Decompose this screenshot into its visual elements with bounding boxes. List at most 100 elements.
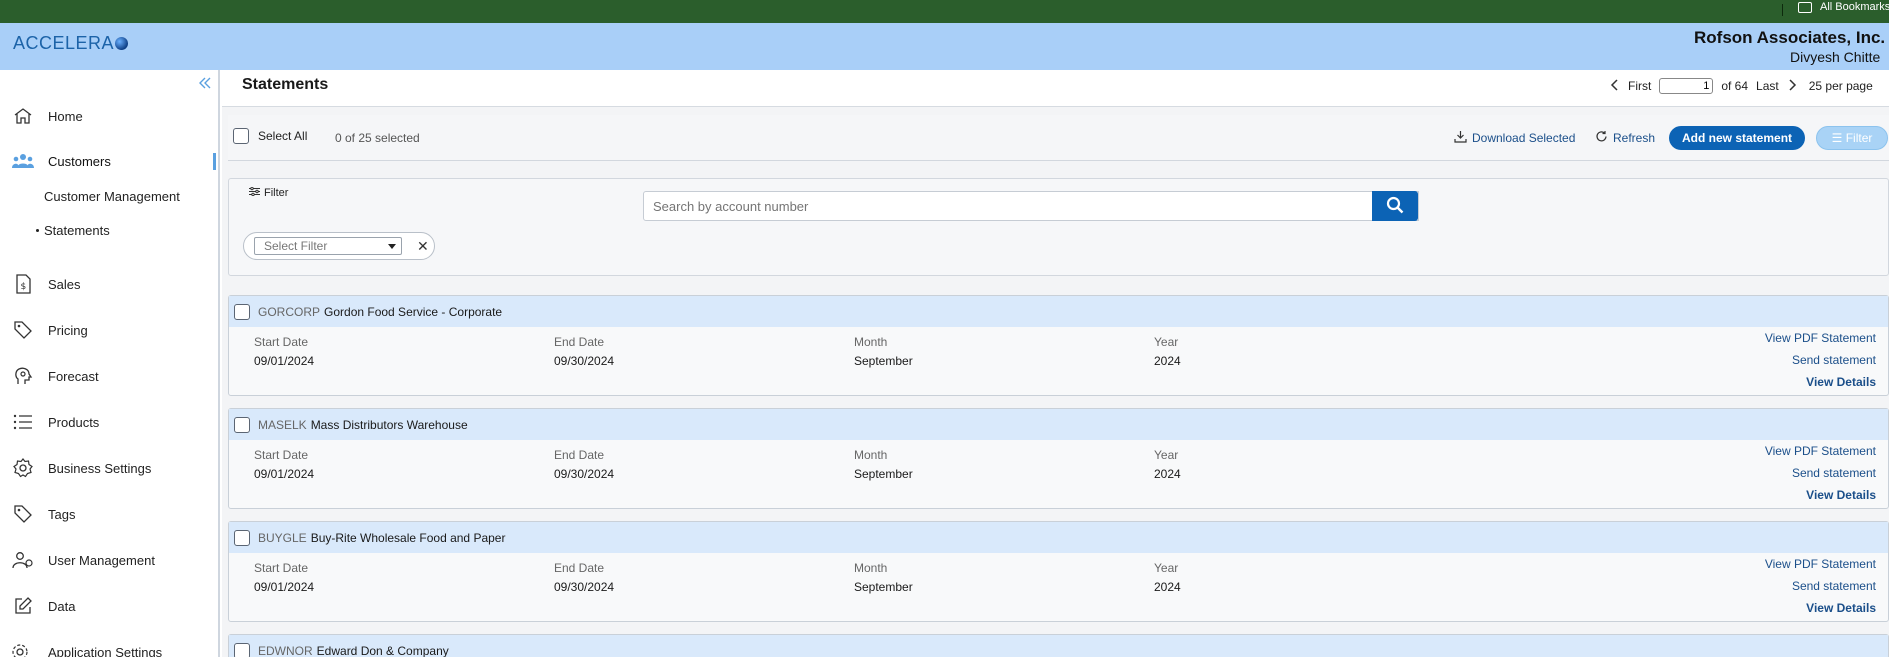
- filter-heading: Filter: [249, 186, 288, 199]
- filter-toggle-button[interactable]: ☰ Filter: [1816, 126, 1888, 150]
- view-details-link[interactable]: View Details: [1765, 601, 1876, 623]
- collapse-sidebar-icon[interactable]: [197, 75, 213, 96]
- month-value: September: [854, 354, 913, 368]
- sales-icon: $: [12, 274, 34, 294]
- send-statement-link[interactable]: Send statement: [1765, 466, 1876, 488]
- start-date-value: 09/01/2024: [254, 467, 315, 481]
- start-date-field: Start Date 09/01/2024: [254, 335, 314, 368]
- active-indicator: [213, 153, 216, 170]
- view-pdf-link[interactable]: View PDF Statement: [1765, 331, 1876, 353]
- end-date-value: 09/30/2024: [554, 467, 615, 481]
- end-date-field: End Date 09/30/2024: [554, 335, 614, 368]
- chevron-left-icon[interactable]: [1610, 78, 1620, 94]
- year-label: Year: [1154, 561, 1179, 575]
- user-menu[interactable]: Divyesh Chitte: [1790, 49, 1880, 65]
- sidebar-item-home[interactable]: Home: [12, 106, 83, 126]
- search-button[interactable]: [1372, 191, 1418, 221]
- select-all-checkbox[interactable]: Select All: [233, 128, 307, 144]
- year-field: Year 2024: [1154, 448, 1181, 481]
- chevron-right-icon[interactable]: [1787, 78, 1797, 94]
- sidebar-subitem-customer-management[interactable]: Customer Management: [44, 189, 180, 204]
- statement-checkbox[interactable]: [234, 416, 250, 433]
- edit-icon: [12, 596, 34, 616]
- first-page-button[interactable]: First: [1628, 79, 1651, 93]
- refresh-button[interactable]: Refresh: [1595, 130, 1655, 146]
- sidebar-item-label: Pricing: [48, 322, 88, 338]
- checkbox[interactable]: [233, 128, 249, 144]
- sidebar-item-application-settings[interactable]: Application Settings: [12, 642, 162, 657]
- products-icon: [12, 412, 34, 432]
- start-date-value: 09/01/2024: [254, 580, 315, 594]
- statement-checkbox[interactable]: [234, 529, 250, 546]
- search-input[interactable]: [644, 192, 1418, 220]
- view-pdf-link[interactable]: View PDF Statement: [1765, 444, 1876, 466]
- gear-icon: [12, 458, 34, 478]
- view-pdf-link[interactable]: View PDF Statement: [1765, 557, 1876, 579]
- close-icon[interactable]: ✕: [417, 238, 429, 255]
- add-new-statement-button[interactable]: Add new statement: [1669, 126, 1806, 150]
- main-content: Statements First of 64 Last 25 per page …: [222, 70, 1889, 657]
- end-date-label: End Date: [554, 335, 605, 349]
- start-date-value: 09/01/2024: [254, 354, 315, 368]
- sidebar-item-products[interactable]: Products: [12, 412, 99, 432]
- per-page-select[interactable]: 25 per page: [1809, 79, 1873, 93]
- sidebar-item-label: Business Settings: [48, 460, 152, 476]
- list-toolbar: Select All 0 of 25 selected Download Sel…: [228, 115, 1889, 161]
- select-filter-dropdown[interactable]: Select Filter: [254, 237, 402, 255]
- year-field: Year 2024: [1154, 561, 1181, 594]
- sidebar-subitem-statements[interactable]: Statements: [44, 223, 110, 238]
- end-date-label: End Date: [554, 448, 605, 462]
- last-page-button[interactable]: Last: [1756, 79, 1779, 93]
- statement-card-header: EDWNOR Edward Don & Company: [229, 635, 1888, 657]
- year-value: 2024: [1154, 580, 1181, 594]
- pricing-icon: [12, 320, 34, 340]
- year-label: Year: [1154, 335, 1179, 349]
- account-code: EDWNOR: [258, 643, 313, 657]
- search-field: [643, 191, 1419, 221]
- month-value: September: [854, 580, 913, 594]
- refresh-icon: [1595, 130, 1608, 146]
- start-date-label: Start Date: [254, 448, 309, 462]
- download-selected-button[interactable]: Download Selected: [1454, 130, 1575, 146]
- account-name: Edward Don & Company: [316, 643, 449, 657]
- current-item-dot: [36, 229, 39, 232]
- statement-checkbox[interactable]: [234, 642, 250, 657]
- statement-card-body: Start Date 09/01/2024 End Date 09/30/202…: [229, 553, 1888, 621]
- statement-card-header: BUYGLE Buy-Rite Wholesale Food and Paper: [229, 522, 1888, 553]
- tag-icon: [12, 504, 34, 524]
- sidebar-item-forecast[interactable]: Forecast: [12, 366, 99, 386]
- svg-text:$: $: [21, 282, 27, 292]
- sidebar-item-user-management[interactable]: User Management: [12, 550, 155, 570]
- filter-panel: Filter Select Filter ✕: [228, 178, 1889, 276]
- download-icon: [1454, 130, 1467, 146]
- sidebar-item-customers[interactable]: Customers: [12, 151, 111, 171]
- month-label: Month: [854, 335, 888, 349]
- statement-card-header: GORCORP Gordon Food Service - Corporate: [229, 296, 1888, 327]
- statement-card-body: Start Date 09/01/2024 End Date 09/30/202…: [229, 440, 1888, 508]
- send-statement-link[interactable]: Send statement: [1765, 579, 1876, 601]
- account-name: Buy-Rite Wholesale Food and Paper: [310, 530, 506, 545]
- selected-count: 0 of 25 selected: [335, 131, 420, 145]
- sidebar-item-pricing[interactable]: Pricing: [12, 320, 88, 340]
- all-bookmarks-button[interactable]: All Bookmarks: [1798, 1, 1889, 13]
- filter-chip: Select Filter ✕: [243, 232, 435, 260]
- sidebar-item-business-settings[interactable]: Business Settings: [12, 458, 151, 478]
- month-value: September: [854, 467, 913, 481]
- start-date-field: Start Date 09/01/2024: [254, 561, 314, 594]
- page-number-input[interactable]: [1659, 78, 1714, 94]
- app-logo[interactable]: ACCELERA: [13, 33, 129, 54]
- statement-actions: View PDF Statement Send statement View D…: [1765, 444, 1876, 510]
- filter-sliders-icon: [249, 186, 260, 199]
- view-details-link[interactable]: View Details: [1765, 375, 1876, 397]
- sidebar-item-tags[interactable]: Tags: [12, 504, 75, 524]
- month-label: Month: [854, 448, 888, 462]
- sidebar-item-data[interactable]: Data: [12, 596, 75, 616]
- sidebar-item-sales[interactable]: $ Sales: [12, 274, 81, 294]
- end-date-field: End Date 09/30/2024: [554, 561, 614, 594]
- view-details-link[interactable]: View Details: [1765, 488, 1876, 510]
- send-statement-link[interactable]: Send statement: [1765, 353, 1876, 375]
- end-date-field: End Date 09/30/2024: [554, 448, 614, 481]
- page-header: Statements First of 64 Last 25 per page: [222, 70, 1889, 107]
- statement-checkbox[interactable]: [234, 303, 250, 320]
- year-value: 2024: [1154, 467, 1181, 481]
